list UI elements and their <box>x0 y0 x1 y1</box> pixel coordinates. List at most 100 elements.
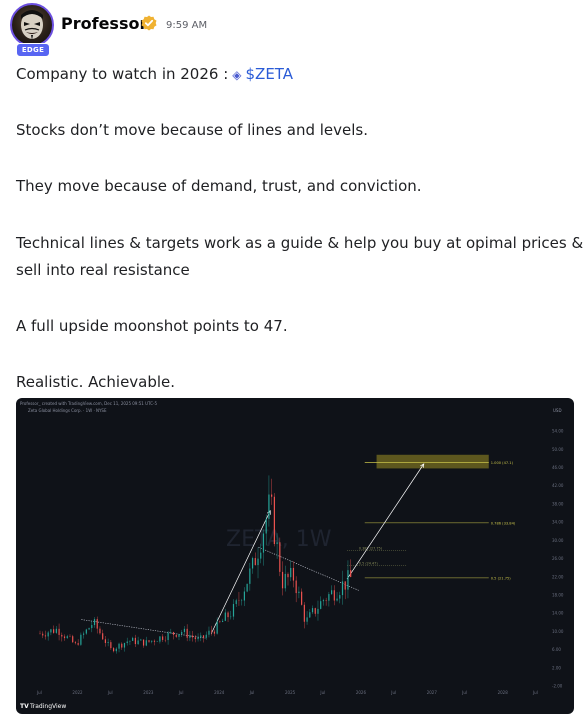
candle-body <box>341 581 344 596</box>
candle-body <box>140 639 142 641</box>
candle-body <box>172 632 175 635</box>
username[interactable]: Professor <box>61 14 147 33</box>
candle-body <box>175 634 177 637</box>
candle-body <box>254 558 256 566</box>
candle-body <box>58 628 60 635</box>
ticker-link[interactable]: $ZETA <box>246 65 294 83</box>
candle-body <box>151 640 153 642</box>
price-tick: 2.00 <box>552 665 561 670</box>
candle-body <box>350 570 352 577</box>
candle-body <box>134 637 136 645</box>
candle-body <box>306 617 308 622</box>
candle-body <box>132 637 134 641</box>
time-tick: 2025 <box>285 690 296 695</box>
candle-body <box>219 621 221 622</box>
time-tick: Jul <box>461 690 467 695</box>
price-tick: 42.00 <box>552 483 564 488</box>
time-tick: Jul <box>390 690 396 695</box>
price-tick: 14.00 <box>552 611 564 616</box>
fib-level-label: 1.000 (47.1) <box>491 461 514 465</box>
message-line: Realistic. Achievable. <box>16 373 176 391</box>
candle-body <box>202 635 205 638</box>
fib-level-label: 0.786 (33.84) <box>491 521 516 525</box>
candle-body <box>96 619 98 629</box>
price-scale: 54.00 50.00 46.00 42.00 38.00 34.00 30.00 26.00… <box>552 429 564 689</box>
candle-body <box>347 570 349 590</box>
candle-body <box>292 567 295 581</box>
chart-image-attachment[interactable]: Professor_ created with TradingView.com,… <box>16 398 574 714</box>
message-intro: Company to watch in 2026 : <box>16 65 229 83</box>
candle-body <box>216 621 218 634</box>
verified-badge-icon <box>141 15 157 31</box>
currency-label: USD <box>553 408 562 413</box>
price-tick: 6.00 <box>552 647 561 652</box>
price-tick: 38.00 <box>552 501 564 506</box>
candle-body <box>183 628 186 632</box>
price-tick: 34.00 <box>552 520 564 525</box>
message-intro-line: Company to watch in 2026 : ◈ $ZETA <box>16 65 293 83</box>
candle-body <box>129 640 131 642</box>
candle-body <box>260 552 262 559</box>
candle-body <box>276 542 278 545</box>
candle-body <box>262 533 265 553</box>
candle-body <box>137 640 139 645</box>
candle-body <box>142 639 145 646</box>
candle-body <box>208 630 210 635</box>
candle-body <box>77 643 79 645</box>
candle-body <box>311 608 314 613</box>
time-tick: 2026 <box>356 690 367 695</box>
candle-body <box>213 631 216 634</box>
time-tick: Jul <box>178 690 184 695</box>
price-tick: 10.00 <box>552 629 564 634</box>
candle-body <box>91 625 93 629</box>
candle-body <box>170 632 172 633</box>
candle-body <box>83 633 85 635</box>
candle-body <box>268 494 270 519</box>
candle-body <box>271 494 273 497</box>
fib-level-label: 0.5 (21.75) <box>491 576 512 580</box>
candle-body <box>281 571 284 589</box>
diamond-icon: ◈ <box>232 68 242 82</box>
chart-header-text: Professor_ created with TradingView.com,… <box>20 401 157 406</box>
price-tick: -2.00 <box>552 684 563 689</box>
time-tick: Jul <box>107 690 113 695</box>
candle-body <box>249 568 251 584</box>
candle-body <box>104 639 107 643</box>
candle-body <box>336 598 338 601</box>
candle-body <box>148 640 150 642</box>
candle-body <box>72 636 74 643</box>
candle-body <box>200 635 202 638</box>
time-tick: Jul <box>249 690 255 695</box>
candle-body <box>301 591 303 605</box>
candle-body <box>205 634 207 638</box>
candle-body <box>102 633 104 640</box>
candle-body <box>211 630 213 632</box>
candle-body <box>181 631 183 635</box>
candle-body <box>257 558 259 566</box>
candle-body <box>153 640 156 642</box>
time-tick: 2027 <box>427 690 438 695</box>
candle-body <box>93 619 96 626</box>
time-scale: Jul 2022 Jul 2023 Jul 2024 Jul 2025 Jul 2026 Jul 20… <box>36 690 538 695</box>
candle-body <box>85 629 87 634</box>
time-tick: 2023 <box>143 690 154 695</box>
candle-body <box>53 629 55 633</box>
candle-body <box>227 612 229 618</box>
candle-body <box>290 567 292 578</box>
candle-body <box>309 612 311 618</box>
candle-body <box>328 594 330 601</box>
time-tick: 2022 <box>72 690 83 695</box>
avatar[interactable] <box>10 3 54 47</box>
price-tick: 50.00 <box>552 447 564 452</box>
candle-body <box>66 636 68 639</box>
candle-body <box>251 558 254 569</box>
candle-body <box>178 634 180 637</box>
candle-body <box>192 635 194 638</box>
candle-body <box>279 542 281 572</box>
candle-body <box>230 616 232 618</box>
timestamp: 9:59 AM <box>166 20 208 31</box>
candle-body <box>298 591 300 594</box>
candle-body <box>115 648 117 652</box>
time-tick: Jul <box>319 690 325 695</box>
message-line: Technical lines & targets work as a guid… <box>16 234 584 252</box>
